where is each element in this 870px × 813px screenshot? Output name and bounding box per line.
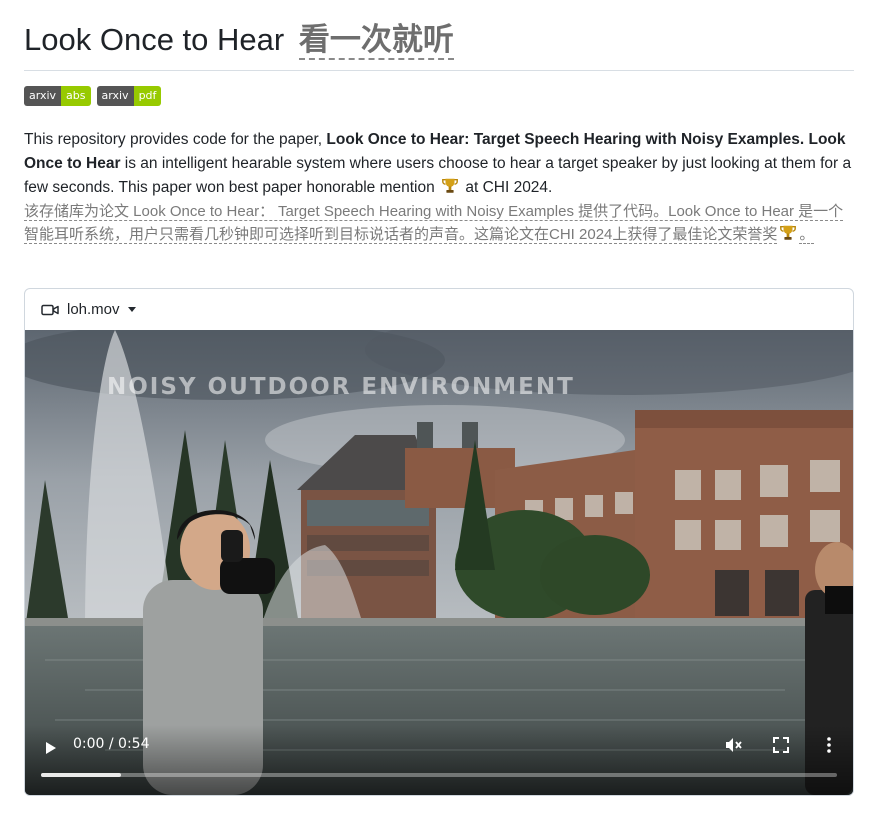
- mute-icon[interactable]: [723, 735, 743, 755]
- intro-paragraph: This repository provides code for the pa…: [24, 131, 852, 196]
- video-progress-bar[interactable]: [41, 773, 837, 777]
- video-attachment: loh.mov NOISY OUTDOOR ENVIRONMENT 0:00 /…: [24, 288, 854, 796]
- paper-title: Look Once to Hear: Target Speech Hearing…: [326, 131, 805, 148]
- video-camera-icon: [41, 304, 59, 315]
- trophy-icon: [442, 178, 458, 193]
- badge-row: arxiv abs arxiv pdf: [24, 86, 162, 106]
- intro-paragraph-chinese: 该存储库为论文 Look Once to Hear： Target Speech…: [24, 203, 844, 244]
- video-file-dropdown[interactable]: loh.mov: [25, 289, 853, 330]
- page-header: Look Once to Hear 看一次就听: [24, 18, 854, 71]
- more-vert-icon[interactable]: [819, 735, 839, 755]
- video-progress-fill: [41, 773, 121, 777]
- play-icon[interactable]: [43, 741, 57, 755]
- trophy-icon: [780, 225, 797, 240]
- video-filename: loh.mov: [67, 301, 120, 318]
- video-controls: 0:00 / 0:54: [25, 725, 853, 795]
- title-english: Look Once to Hear: [24, 22, 285, 57]
- page-title: Look Once to Hear 看一次就听: [24, 18, 854, 62]
- arxiv-pdf-badge[interactable]: arxiv pdf: [96, 86, 162, 106]
- video-player[interactable]: NOISY OUTDOOR ENVIRONMENT 0:00 / 0:54: [25, 330, 853, 795]
- arxiv-abs-badge[interactable]: arxiv abs: [24, 86, 91, 106]
- video-time: 0:00 / 0:54: [73, 736, 150, 752]
- video-overlay-caption: NOISY OUTDOOR ENVIRONMENT: [107, 374, 575, 400]
- fullscreen-icon[interactable]: [771, 735, 791, 755]
- title-chinese-translation: 看一次就听: [298, 22, 454, 60]
- chevron-down-icon: [127, 307, 136, 312]
